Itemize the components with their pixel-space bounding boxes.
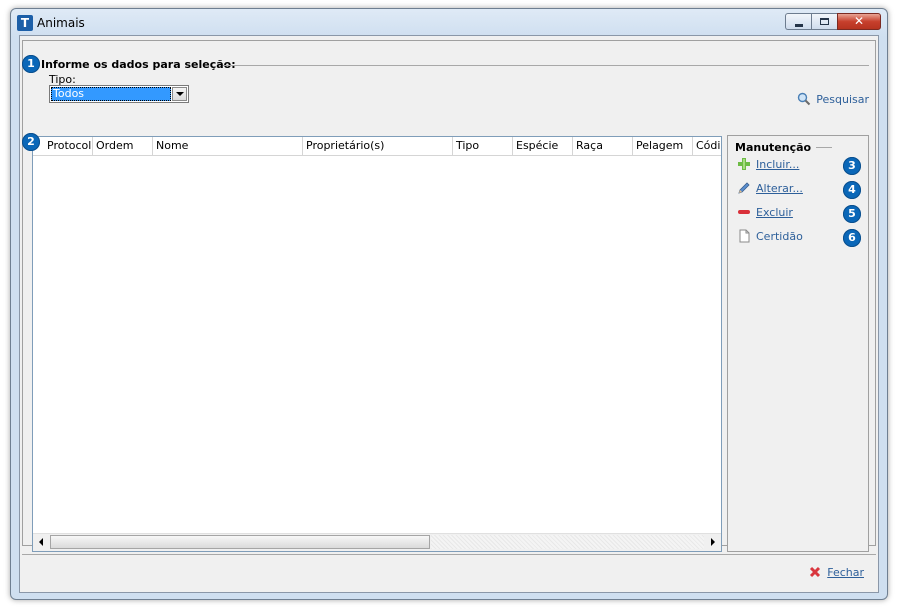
- close-button[interactable]: Fechar: [808, 565, 864, 579]
- callout-badge-4: 4: [843, 181, 861, 199]
- search-button[interactable]: Pesquisar: [797, 92, 869, 106]
- animals-table[interactable]: Protocolo Ordem Nome Proprietário(s) Tip…: [32, 136, 722, 552]
- callout-badge-1: 1: [22, 55, 40, 73]
- delete-label: Excluir: [756, 205, 793, 219]
- title-bar[interactable]: T Animais ✕: [11, 9, 887, 37]
- table-header: Protocolo Ordem Nome Proprietário(s) Tip…: [33, 137, 721, 156]
- scrollbar-thumb[interactable]: [50, 535, 430, 549]
- maintenance-divider: [816, 147, 832, 148]
- chevron-down-icon[interactable]: [172, 87, 187, 101]
- close-window-button[interactable]: ✕: [837, 13, 881, 30]
- callout-badge-3: 3: [843, 157, 861, 175]
- add-button[interactable]: Incluir...: [737, 157, 799, 171]
- horizontal-scrollbar[interactable]: [33, 533, 721, 551]
- certificate-label: Certidão: [756, 229, 803, 243]
- client-area: 1 Informe os dados para seleção: Tipo: T…: [19, 35, 879, 593]
- plus-icon: [737, 157, 751, 171]
- app-logo-icon: T: [17, 15, 33, 31]
- callout-badge-5: 5: [843, 205, 861, 223]
- column-header-proprietarios[interactable]: Proprietário(s): [303, 137, 453, 155]
- tipo-select[interactable]: Todos: [49, 85, 189, 103]
- scroll-left-arrow-icon[interactable]: [33, 534, 49, 550]
- close-icon: ✕: [853, 14, 865, 28]
- callout-badge-2: 2: [22, 133, 40, 151]
- delete-button[interactable]: Excluir: [737, 205, 793, 219]
- maintenance-title: Manutenção: [735, 141, 815, 154]
- column-header-tipo[interactable]: Tipo: [453, 137, 513, 155]
- footer-divider: [22, 554, 876, 555]
- app-window: T Animais ✕ 1 Informe os dados para sele…: [10, 8, 888, 600]
- pencil-icon: [737, 181, 751, 195]
- minimize-button[interactable]: [785, 13, 811, 30]
- tipo-select-value: Todos: [51, 87, 171, 101]
- edit-button[interactable]: Alterar...: [737, 181, 803, 195]
- callout-badge-6: 6: [843, 229, 861, 247]
- maximize-icon: [820, 18, 829, 25]
- document-icon: [737, 229, 751, 243]
- edit-label: Alterar...: [756, 181, 803, 195]
- window-title: Animais: [37, 16, 85, 30]
- window-controls: ✕: [785, 13, 881, 31]
- column-header-nome[interactable]: Nome: [153, 137, 303, 155]
- maintenance-panel: Manutenção Incluir... 3 Alterar... 4 Exc…: [727, 135, 869, 552]
- search-label: Pesquisar: [816, 92, 869, 106]
- certificate-button[interactable]: Certidão: [737, 229, 803, 243]
- main-panel: 1 Informe os dados para seleção: Tipo: T…: [22, 40, 876, 552]
- red-x-icon: [808, 565, 822, 579]
- section-divider: [223, 65, 869, 66]
- add-label: Incluir...: [756, 157, 800, 171]
- selection-section-title: Informe os dados para seleção:: [41, 58, 240, 71]
- scrollbar-track[interactable]: [431, 535, 704, 549]
- minimize-icon: [795, 24, 803, 27]
- column-header-protocolo[interactable]: Protocolo: [33, 137, 93, 155]
- column-header-pelagem[interactable]: Pelagem: [633, 137, 693, 155]
- column-header-raca[interactable]: Raça: [573, 137, 633, 155]
- scroll-right-arrow-icon[interactable]: [705, 534, 721, 550]
- column-header-especie[interactable]: Espécie: [513, 137, 573, 155]
- column-header-ordem[interactable]: Ordem: [93, 137, 153, 155]
- column-header-codigo[interactable]: Códig: [693, 137, 721, 155]
- maximize-button[interactable]: [811, 13, 837, 30]
- magnifier-icon: [797, 92, 811, 106]
- minus-icon: [737, 205, 751, 219]
- close-label: Fechar: [827, 565, 864, 579]
